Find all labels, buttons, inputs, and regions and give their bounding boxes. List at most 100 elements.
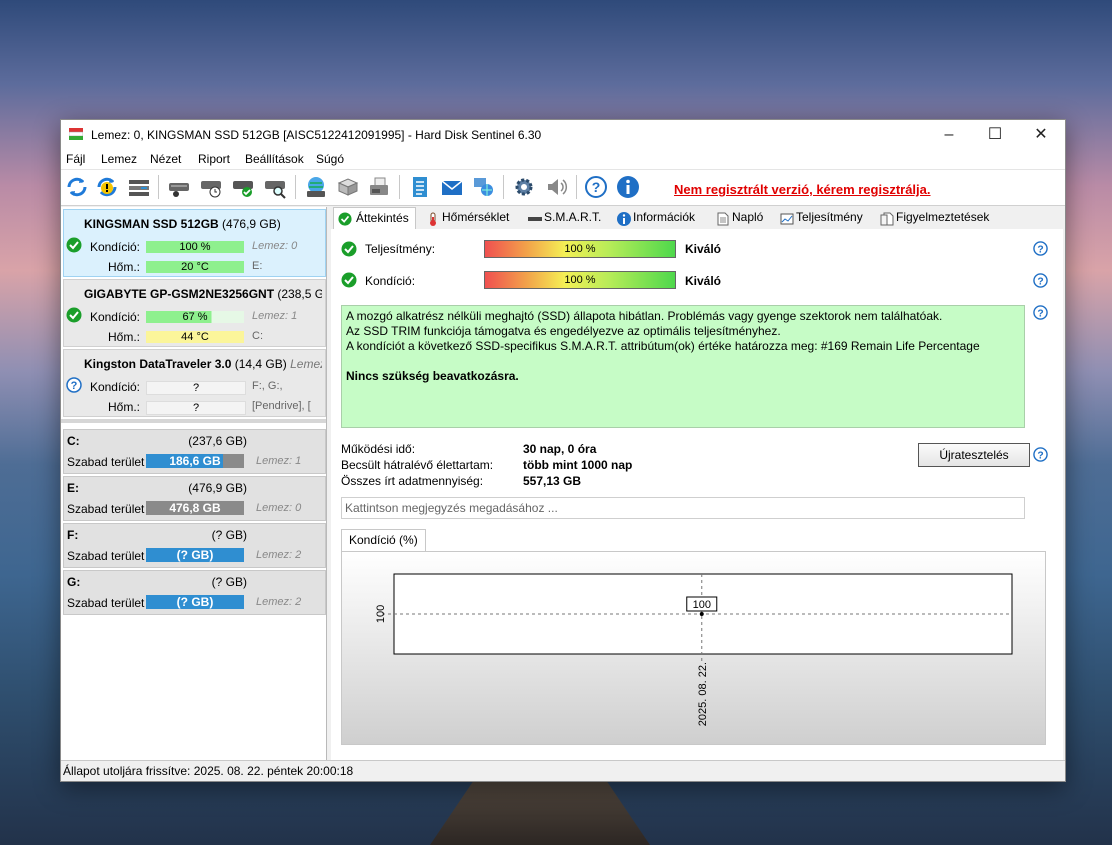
condition-chart-panel: 100 100 2025. 08. 22. [341, 551, 1046, 745]
refresh-icon[interactable] [65, 175, 89, 199]
uptime-value: 30 nap, 0 óra [523, 442, 597, 456]
mail-icon[interactable] [440, 175, 464, 199]
condition-bar: 100 % [146, 241, 244, 253]
volume-disk: Lemez: 2 [256, 549, 302, 561]
disk-name: GIGABYTE GP-GSM2NE3256GNT (238,5 GB) [84, 287, 322, 301]
volume-c[interactable]: C: (237,6 GB) Szabad terület 186,6 GB Le… [63, 429, 326, 474]
minimize-button[interactable]: – [926, 120, 972, 149]
disk-item-1[interactable]: GIGABYTE GP-GSM2NE3256GNT (238,5 GB) Kon… [63, 279, 326, 347]
menu-settings[interactable]: Beállítások [245, 152, 304, 166]
info-line: Az SSD TRIM funkciója támogatva és enged… [346, 324, 781, 338]
condition-rating: Kiváló [685, 274, 722, 288]
printer-icon[interactable] [367, 175, 391, 199]
free-space-bar: (? GB) [146, 548, 244, 562]
thermometer-icon [430, 212, 436, 226]
temperature-bar: ? [146, 401, 246, 415]
condition-label: Kondíció: [89, 380, 140, 394]
svg-text:?: ? [1037, 450, 1043, 461]
tab-log[interactable]: Napló [714, 210, 763, 228]
tab-temperature[interactable]: Hőmérséklet [424, 210, 509, 228]
app-icon [69, 128, 83, 140]
help-icon[interactable]: ? [1033, 447, 1048, 462]
free-space-bar: 186,6 GB [146, 454, 244, 468]
status-text: Állapot utoljára frissítve: 2025. 08. 22… [63, 764, 354, 778]
document-icon [717, 212, 729, 226]
remaining-life-value: több mint 1000 nap [523, 458, 633, 472]
disk-volumes: F:, G:, [252, 380, 283, 392]
settings-icon[interactable] [512, 175, 536, 199]
backup-icon[interactable] [336, 175, 360, 199]
info-line: A kondíciót a következő SSD-specifikus S… [346, 339, 980, 353]
performance-rating: Kiváló [685, 242, 722, 256]
menu-disk[interactable]: Lemez [101, 152, 137, 166]
condition-bar: ? [146, 381, 246, 395]
disk-list-icon[interactable] [127, 175, 151, 199]
status-description: A mozgó alkatrész nélküli meghajtó (SSD)… [341, 305, 1025, 428]
data-written-value: 557,13 GB [523, 474, 582, 488]
volume-g[interactable]: G: (? GB) Szabad terület (? GB) Lemez: 2 [63, 570, 326, 615]
disk-schedule-icon[interactable] [199, 175, 223, 199]
volume-letter: E: [67, 481, 79, 495]
details-pane: Áttekintés Hőmérséklet S.M.A.R.T. Inform… [331, 207, 1063, 760]
data-point [699, 612, 704, 616]
disk-search-icon[interactable] [263, 175, 287, 199]
free-space-label: Szabad terület [67, 549, 145, 563]
volume-disk: Lemez: 2 [256, 596, 302, 608]
free-space-label: Szabad terület [67, 502, 145, 516]
volume-size: (? GB) [211, 528, 247, 542]
volume-e[interactable]: E: (476,9 GB) Szabad terület 476,8 GB Le… [63, 476, 326, 521]
ok-check-icon [341, 241, 357, 257]
notes-field[interactable]: Kattintson megjegyzés megadásához ... [341, 497, 1025, 519]
globe-disk-icon[interactable] [304, 175, 328, 199]
menu-bar: Fájl Lemez Nézet Riport Beállítások Súgó [61, 149, 1065, 170]
disk-icon [528, 217, 542, 221]
maximize-button[interactable]: ☐ [972, 120, 1018, 149]
condition-label: Kondíció: [89, 310, 140, 324]
close-button[interactable]: ✕ [1018, 120, 1064, 149]
menu-view[interactable]: Nézet [150, 152, 181, 166]
refresh-warning-icon[interactable] [95, 175, 119, 199]
disk-icon[interactable] [167, 175, 191, 199]
toolbar-separator [295, 175, 296, 199]
toolbar: ? Nem regisztrált verzió, kérem regisztr… [61, 170, 1065, 206]
network-icon[interactable] [471, 175, 495, 199]
performance-label: Teljesítmény: [365, 242, 436, 256]
help-icon[interactable]: ? [584, 175, 608, 199]
tab-information[interactable]: Információk [615, 210, 695, 228]
disk-item-0[interactable]: KINGSMAN SSD 512GB (476,9 GB) Kondíció: … [63, 209, 326, 277]
menu-file[interactable]: Fájl [66, 152, 85, 166]
help-icon[interactable]: ? [1033, 241, 1048, 256]
unregistered-link[interactable]: Nem regisztrált verzió, kérem regisztrál… [674, 182, 931, 197]
disk-ok-icon[interactable] [231, 175, 255, 199]
volume-size: (476,9 GB) [188, 481, 247, 495]
toolbar-separator [503, 175, 504, 199]
pane-divider[interactable] [61, 419, 326, 423]
tab-label: Áttekintés [356, 211, 409, 225]
svg-text:?: ? [1037, 308, 1043, 319]
tab-performance[interactable]: Teljesítmény [778, 210, 863, 228]
menu-report[interactable]: Riport [198, 152, 230, 166]
menu-help[interactable]: Súgó [316, 152, 344, 166]
tab-smart[interactable]: S.M.A.R.T. [526, 210, 601, 228]
info-icon[interactable] [616, 175, 640, 199]
help-icon[interactable]: ? [1033, 305, 1048, 320]
tab-alerts[interactable]: Figyelmeztetések [878, 210, 989, 228]
condition-chart: 100 100 2025. 08. 22. [342, 552, 1045, 744]
ok-check-icon [341, 272, 357, 288]
condition-label: Kondíció: [365, 274, 416, 288]
volume-disk: Lemez: 1 [256, 455, 302, 467]
chart-tab-condition[interactable]: Kondíció (%) [341, 529, 426, 553]
volume-disk: Lemez: 0 [256, 502, 302, 514]
help-icon[interactable]: ? [1033, 273, 1048, 288]
speaker-icon[interactable] [544, 175, 568, 199]
retest-button[interactable]: Újratesztelés [918, 443, 1030, 467]
performance-bar: 100 % [484, 240, 676, 258]
svg-text:?: ? [592, 179, 601, 195]
volume-f[interactable]: F: (? GB) Szabad terület (? GB) Lemez: 2 [63, 523, 326, 568]
temperature-bar: 20 °C [146, 261, 244, 273]
notes-icon[interactable] [408, 175, 432, 199]
info-line: A mozgó alkatrész nélküli meghajtó (SSD)… [346, 309, 943, 323]
disk-item-2[interactable]: Kingston DataTraveler 3.0 (14,4 GB) Leme… [63, 349, 326, 417]
volume-letter: G: [67, 575, 81, 589]
volume-letter: C: [67, 434, 80, 448]
